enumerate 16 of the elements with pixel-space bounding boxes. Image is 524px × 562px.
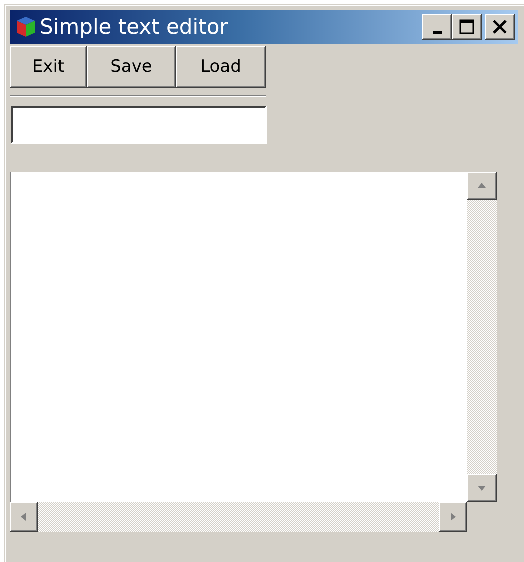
scroll-up-button[interactable] xyxy=(467,172,497,200)
cube-icon xyxy=(16,16,36,38)
scroll-down-button[interactable] xyxy=(467,474,497,502)
window-title: Simple text editor xyxy=(40,15,230,39)
maximize-icon xyxy=(459,19,475,35)
maximize-button[interactable] xyxy=(452,14,482,40)
toolbar-button[interactable]: Save xyxy=(87,46,176,88)
minimize-button[interactable] xyxy=(422,14,452,40)
close-button[interactable] xyxy=(485,14,515,40)
toolbar-button[interactable]: Load xyxy=(176,46,266,88)
toolbar-button[interactable]: Exit xyxy=(10,46,87,88)
scroll-right-button[interactable] xyxy=(439,502,467,532)
scroll-left-button[interactable] xyxy=(10,502,38,532)
input-field[interactable] xyxy=(11,106,267,144)
minimize-icon xyxy=(432,30,442,34)
close-icon xyxy=(492,19,508,35)
